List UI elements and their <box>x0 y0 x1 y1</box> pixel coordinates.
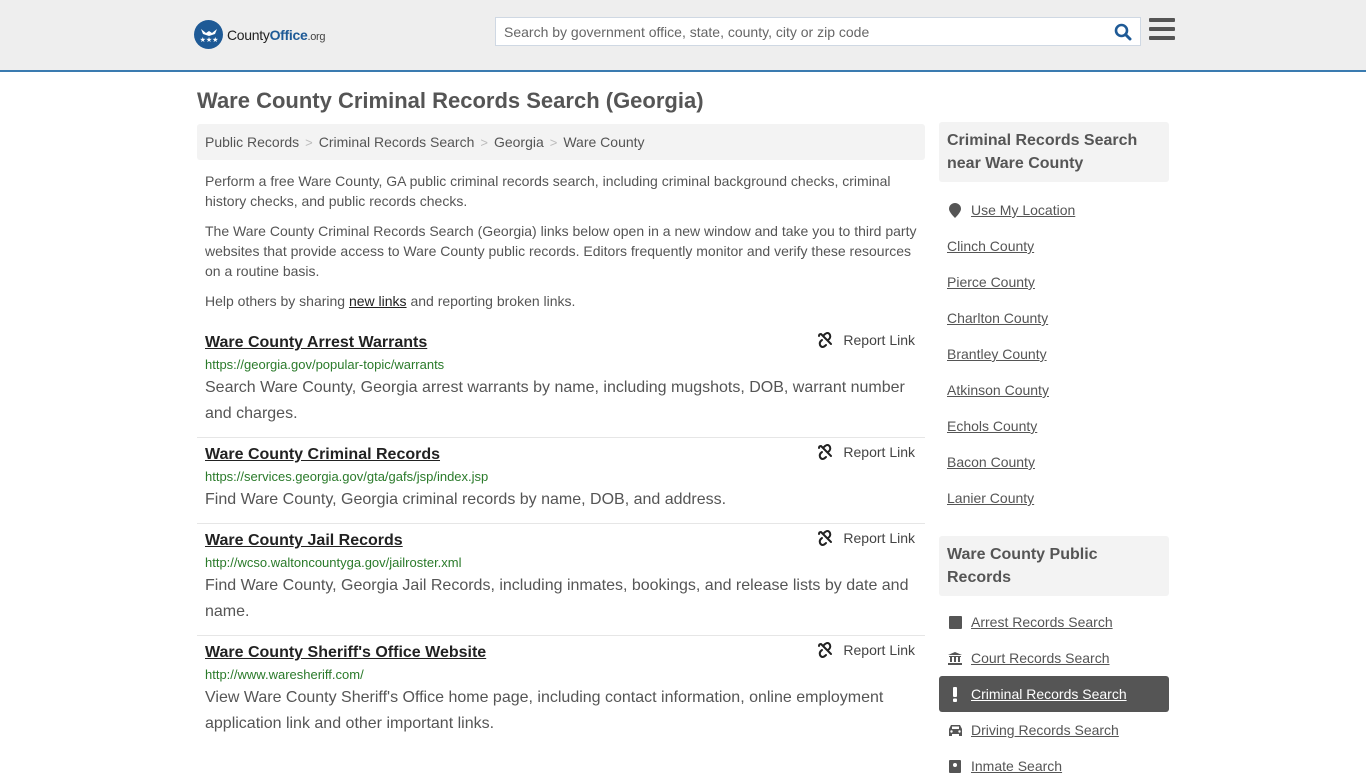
broken-link-icon <box>818 444 833 460</box>
public-records-item-inmate: Inmate Search <box>939 748 1169 784</box>
search-input[interactable] <box>496 18 1106 45</box>
logo-text: CountyOffice.org <box>227 26 326 43</box>
breadcrumb-georgia[interactable]: Georgia <box>494 134 544 150</box>
page-title: Ware County Criminal Records Search (Geo… <box>197 88 704 113</box>
result-item: Ware County Jail Records Report Link htt… <box>197 524 925 636</box>
search-icon <box>1114 23 1132 40</box>
nearby-county-item: Atkinson County <box>939 372 1169 408</box>
intro-paragraph: The Ware County Criminal Records Search … <box>205 223 917 279</box>
result-item: Ware County Sheriff's Office Website Rep… <box>197 636 925 747</box>
public-records-list: Arrest Records Search Court Records Sear… <box>939 596 1169 784</box>
report-link-button[interactable]: Report Link <box>817 642 915 658</box>
courthouse-icon <box>947 651 963 665</box>
new-links-link[interactable]: new links <box>349 293 407 309</box>
nearby-county-item: Clinch County <box>939 228 1169 264</box>
result-url: http://www.waresheriff.com/ <box>205 667 364 682</box>
site-header: ★★★ CountyOffice.org <box>0 0 1366 72</box>
broken-link-icon <box>818 530 833 546</box>
map-pin-icon <box>947 202 963 218</box>
intro-paragraph: Perform a free Ware County, GA public cr… <box>205 173 891 209</box>
report-link-button[interactable]: Report Link <box>817 444 915 460</box>
breadcrumb: Public Records > Criminal Records Search… <box>197 124 925 160</box>
menu-icon-bar <box>1149 27 1175 31</box>
nearby-county-link[interactable]: Lanier County <box>947 490 1034 506</box>
public-records-block: Ware County Public Records Arrest Record… <box>939 536 1169 784</box>
court-records-link[interactable]: Court Records Search <box>971 650 1110 666</box>
result-description: Find Ware County, Georgia Jail Records, … <box>205 577 909 620</box>
result-description: Search Ware County, Georgia arrest warra… <box>205 379 905 422</box>
search-button[interactable] <box>1106 18 1140 45</box>
nearby-county-link[interactable]: Clinch County <box>947 238 1034 254</box>
nearby-county-link[interactable]: Atkinson County <box>947 382 1049 398</box>
nearby-county-link[interactable]: Bacon County <box>947 454 1035 470</box>
sidebar: Criminal Records Search near Ware County… <box>939 122 1169 784</box>
share-text: and reporting broken links. <box>406 293 576 309</box>
breadcrumb-separator: > <box>480 134 488 150</box>
public-records-item-criminal: Criminal Records Search <box>939 676 1169 712</box>
site-logo[interactable]: ★★★ CountyOffice.org <box>194 20 326 49</box>
report-link-button[interactable]: Report Link <box>817 332 915 348</box>
report-link-label: Report Link <box>843 642 915 658</box>
intro-text: Perform a free Ware County, GA public cr… <box>205 171 917 321</box>
breadcrumb-ware-county[interactable]: Ware County <box>563 134 644 150</box>
hamburger-menu-button[interactable] <box>1149 18 1175 42</box>
report-link-label: Report Link <box>843 444 915 460</box>
nearby-county-item: Bacon County <box>939 444 1169 480</box>
nearby-county-item: Brantley County <box>939 336 1169 372</box>
nearby-county-link[interactable]: Charlton County <box>947 310 1048 326</box>
result-url: https://services.georgia.gov/gta/gafs/js… <box>205 469 489 484</box>
nearby-county-link[interactable]: Brantley County <box>947 346 1047 362</box>
inmate-icon <box>947 759 963 773</box>
result-title-link[interactable]: Ware County Sheriff's Office Website <box>205 642 486 664</box>
report-link-label: Report Link <box>843 332 915 348</box>
breadcrumb-separator: > <box>305 134 313 150</box>
public-records-item-arrest: Arrest Records Search <box>939 604 1169 640</box>
nearby-county-item: Charlton County <box>939 300 1169 336</box>
car-icon <box>947 724 963 736</box>
menu-icon-bar <box>1149 18 1175 22</box>
public-records-heading: Ware County Public Records <box>939 536 1169 596</box>
report-link-button[interactable]: Report Link <box>817 530 915 546</box>
nearby-county-item: Pierce County <box>939 264 1169 300</box>
breadcrumb-public-records[interactable]: Public Records <box>205 134 299 150</box>
result-item: Ware County Criminal Records Report Link… <box>197 438 925 524</box>
inmate-search-link[interactable]: Inmate Search <box>971 758 1062 774</box>
svg-text:★★★: ★★★ <box>199 36 218 44</box>
share-text: Help others by sharing <box>205 293 349 309</box>
result-url: https://georgia.gov/popular-topic/warran… <box>205 357 445 372</box>
results-list: Ware County Arrest Warrants Report Link … <box>197 326 925 747</box>
nearby-county-link[interactable]: Pierce County <box>947 274 1035 290</box>
criminal-records-link[interactable]: Criminal Records Search <box>971 686 1127 702</box>
report-link-label: Report Link <box>843 530 915 546</box>
eagle-logo-icon: ★★★ <box>194 20 223 49</box>
arrest-records-link[interactable]: Arrest Records Search <box>971 614 1113 630</box>
nearby-county-link[interactable]: Echols County <box>947 418 1037 434</box>
public-records-item-driving: Driving Records Search <box>939 712 1169 748</box>
result-item: Ware County Arrest Warrants Report Link … <box>197 326 925 438</box>
result-title-link[interactable]: Ware County Criminal Records <box>205 444 440 466</box>
breadcrumb-criminal-records-search[interactable]: Criminal Records Search <box>319 134 475 150</box>
driving-records-link[interactable]: Driving Records Search <box>971 722 1119 738</box>
nearby-county-item: Lanier County <box>939 480 1169 516</box>
exclamation-icon <box>947 686 963 702</box>
result-description: Find Ware County, Georgia criminal recor… <box>205 491 727 508</box>
result-url: http://wcso.waltoncountyga.gov/jailroste… <box>205 555 462 570</box>
menu-icon-bar <box>1149 36 1175 40</box>
nearby-heading: Criminal Records Search near Ware County <box>939 122 1169 182</box>
use-my-location-item: Use My Location <box>939 192 1169 228</box>
result-description: View Ware County Sheriff's Office home p… <box>205 689 884 732</box>
result-title-link[interactable]: Ware County Arrest Warrants <box>205 332 427 354</box>
nearby-county-item: Echols County <box>939 408 1169 444</box>
broken-link-icon <box>818 332 833 348</box>
intro-paragraph-share: Help others by sharing new links and rep… <box>205 291 917 311</box>
broken-link-icon <box>818 642 833 658</box>
nearby-list: Use My Location Clinch County Pierce Cou… <box>939 182 1169 516</box>
search-bar <box>495 17 1141 46</box>
square-icon <box>947 615 963 629</box>
use-my-location-link[interactable]: Use My Location <box>971 202 1075 218</box>
result-title-link[interactable]: Ware County Jail Records <box>205 530 403 552</box>
breadcrumb-separator: > <box>549 134 558 150</box>
public-records-item-court: Court Records Search <box>939 640 1169 676</box>
